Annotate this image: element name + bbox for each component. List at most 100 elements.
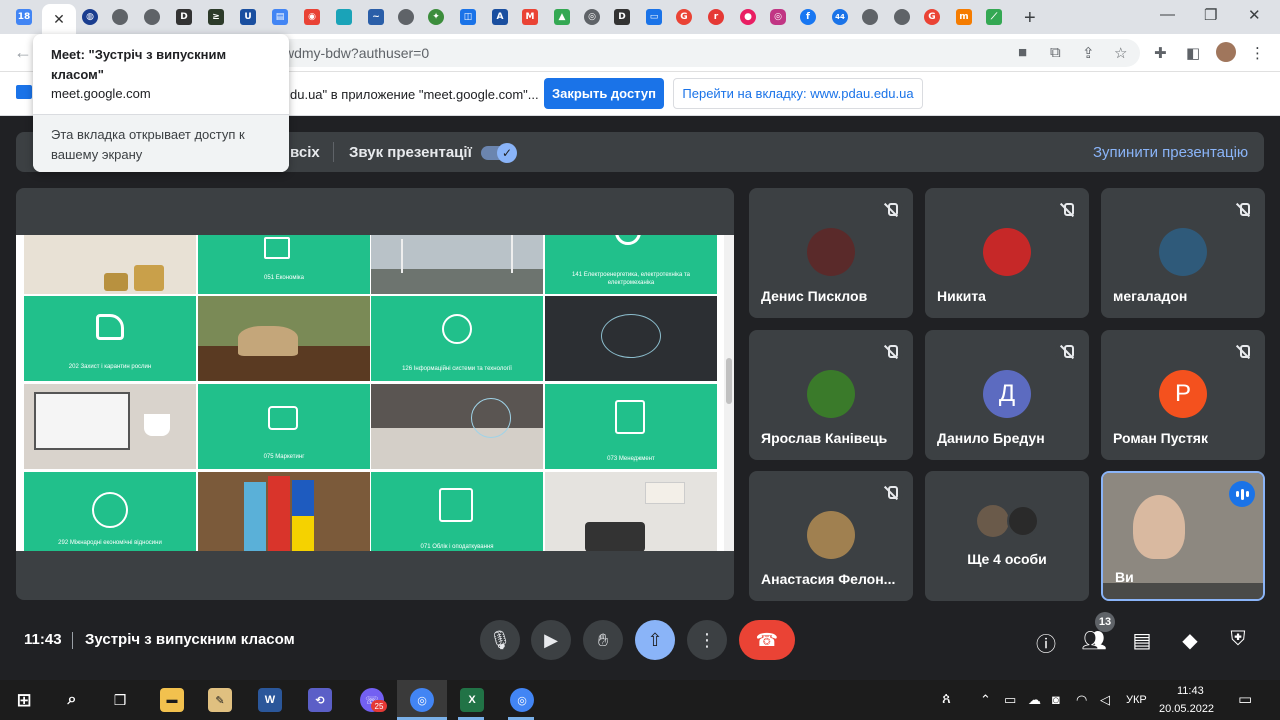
taskbar-date[interactable]: 20.05.2022 — [1159, 703, 1214, 715]
tab-photo[interactable]: ◉ — [300, 6, 324, 28]
participant-tile[interactable]: Денис Писклов — [749, 188, 913, 318]
menu-dots-icon[interactable]: ⋮ — [1250, 44, 1265, 62]
battery-icon[interactable]: ▭ — [1004, 692, 1016, 708]
web-icon — [112, 9, 128, 25]
hover-card-title: Meet: "Зустріч з випускним класом" — [51, 47, 227, 82]
switch-to-tab-button[interactable]: Перейти на вкладку: www.pdau.edu.ua — [673, 78, 923, 109]
windows-start-icon[interactable]: ⊞ — [12, 688, 36, 712]
leave-call-button[interactable]: ☎︎ — [739, 620, 795, 660]
participant-tile[interactable]: Д Данило Бредун — [925, 330, 1089, 460]
teams-icon[interactable]: ⟲ — [308, 688, 332, 712]
tab-a[interactable]: A — [488, 6, 512, 28]
side-panel-icon[interactable]: ◧ — [1186, 44, 1200, 62]
host-controls-icon[interactable]: ⛨ — [1225, 628, 1251, 651]
input-language[interactable]: УКР — [1126, 694, 1147, 706]
self-view-tile[interactable]: Ви — [1101, 471, 1265, 601]
chrome-icon[interactable]: ◎ — [410, 688, 434, 712]
tab-number[interactable]: 44 — [828, 6, 852, 28]
tab-facebook[interactable]: f — [796, 6, 820, 28]
tab-book[interactable]: ◫ — [456, 6, 480, 28]
stop-sharing-button[interactable]: Закрыть доступ — [544, 78, 664, 109]
circle-icon: ● — [740, 9, 756, 25]
url-text[interactable]: wdmy-bdw?authuser=0 — [284, 45, 429, 61]
tab-monitor[interactable]: ▭ — [642, 6, 666, 28]
photo-icon: ◉ — [304, 9, 320, 25]
participant-tile[interactable]: мегаладон — [1101, 188, 1265, 318]
chrome-profile-icon[interactable]: ◎ — [510, 688, 534, 712]
tab-instagram[interactable]: ◎ — [766, 6, 790, 28]
tab-m[interactable]: m — [952, 6, 976, 28]
tab-calendar[interactable]: 18 — [12, 6, 36, 28]
camera-tray-icon[interactable]: ◙ — [1052, 692, 1060, 707]
tab-u[interactable]: U — [236, 6, 260, 28]
paint-icon[interactable]: ✎ — [208, 688, 232, 712]
tab-drive[interactable]: ▲ — [550, 6, 574, 28]
tab-r[interactable]: r — [704, 6, 728, 28]
more-options-button[interactable]: ⋮ — [687, 620, 727, 660]
slide-scrollbar-thumb[interactable] — [726, 358, 732, 404]
tab-web[interactable] — [858, 6, 882, 28]
taskbar-time[interactable]: 11:43 — [1177, 685, 1204, 697]
tab-bird[interactable]: ~ — [364, 6, 388, 28]
tab-doc[interactable]: ▤ — [268, 6, 292, 28]
meeting-details-icon[interactable]: ⓘ — [1033, 628, 1059, 657]
tab-google[interactable]: G — [920, 6, 944, 28]
chat-icon[interactable]: ▤ — [1129, 628, 1155, 653]
task-view-icon[interactable]: ❒ — [108, 688, 132, 712]
tab-google[interactable]: G — [672, 6, 696, 28]
stop-presenting-button[interactable]: Зупинити презентацію — [1093, 144, 1248, 161]
notifications-icon[interactable]: ▭ — [1238, 690, 1252, 708]
tab-web[interactable] — [890, 6, 914, 28]
tab-gmail[interactable]: M — [518, 6, 542, 28]
tab-d[interactable]: D — [610, 6, 634, 28]
tab-globe[interactable]: ◍ — [78, 6, 102, 28]
restore-icon[interactable]: ❐ — [1204, 6, 1217, 24]
windows-taskbar — [0, 680, 1280, 720]
extensions-icon[interactable]: ✚ — [1154, 44, 1167, 62]
people-tray-icon[interactable]: ጰ — [942, 690, 951, 707]
raise-hand-button[interactable]: ✋︎ — [583, 620, 623, 660]
tab-web[interactable] — [108, 6, 132, 28]
square-icon — [336, 9, 352, 25]
profile-avatar[interactable] — [1216, 42, 1236, 62]
chevron-up-icon[interactable]: ⌃ — [980, 692, 991, 708]
bookmark-star-icon[interactable]: ☆ — [1114, 44, 1127, 62]
participant-tile[interactable]: Никита — [925, 188, 1089, 318]
translate-icon[interactable]: ⧉ — [1050, 44, 1061, 61]
tab-crest[interactable]: ✦ — [424, 6, 448, 28]
close-icon[interactable]: ✕ — [53, 11, 65, 28]
file-explorer-icon[interactable]: ▬ — [160, 688, 184, 712]
excel-icon[interactable]: X — [460, 688, 484, 712]
share-icon[interactable]: ⇪ — [1082, 44, 1095, 62]
tab-circle[interactable]: ● — [736, 6, 760, 28]
word-icon[interactable]: W — [258, 688, 282, 712]
camera-icon[interactable]: ■ — [1018, 44, 1027, 61]
participant-tile[interactable]: Ярослав Канівець — [749, 330, 913, 460]
m-icon: m — [956, 9, 972, 25]
new-tab-button[interactable]: + — [1024, 7, 1036, 30]
participant-tile[interactable]: Р Роман Пустяк — [1101, 330, 1265, 460]
present-now-button[interactable]: ⇧ — [635, 620, 675, 660]
tab-meet-active[interactable]: ✕ — [42, 4, 76, 34]
tab-terminal[interactable]: ≥ — [204, 6, 228, 28]
tab-slides[interactable]: ⟋ — [982, 6, 1006, 28]
microphone-button[interactable]: 🎙︎ — [480, 620, 520, 660]
close-window-icon[interactable]: ✕ — [1248, 6, 1261, 24]
presentation-audio-toggle[interactable]: ✓ — [481, 143, 517, 163]
tab-square[interactable] — [332, 6, 356, 28]
tab-web[interactable] — [140, 6, 164, 28]
tab-chrome[interactable]: ◎ — [580, 6, 604, 28]
tab-web[interactable] — [394, 6, 418, 28]
camera-button[interactable]: ▶ — [531, 620, 571, 660]
more-participants-tile[interactable]: Ще 4 особи — [925, 471, 1089, 601]
search-icon[interactable]: ⌕ — [60, 688, 84, 712]
tab-d[interactable]: D — [172, 6, 196, 28]
activities-icon[interactable]: ◆ — [1177, 628, 1203, 653]
cloud-icon[interactable]: ☁ — [1028, 692, 1041, 708]
back-arrow-icon[interactable]: ← — [14, 42, 32, 63]
wifi-icon[interactable]: ◠ — [1076, 692, 1087, 708]
minimize-icon[interactable]: — — [1160, 6, 1175, 23]
participant-tile[interactable]: Анастасия Фелон... — [749, 471, 913, 601]
volume-icon[interactable]: ◁ — [1100, 692, 1110, 708]
hand-icon: ✋︎ — [597, 629, 609, 650]
